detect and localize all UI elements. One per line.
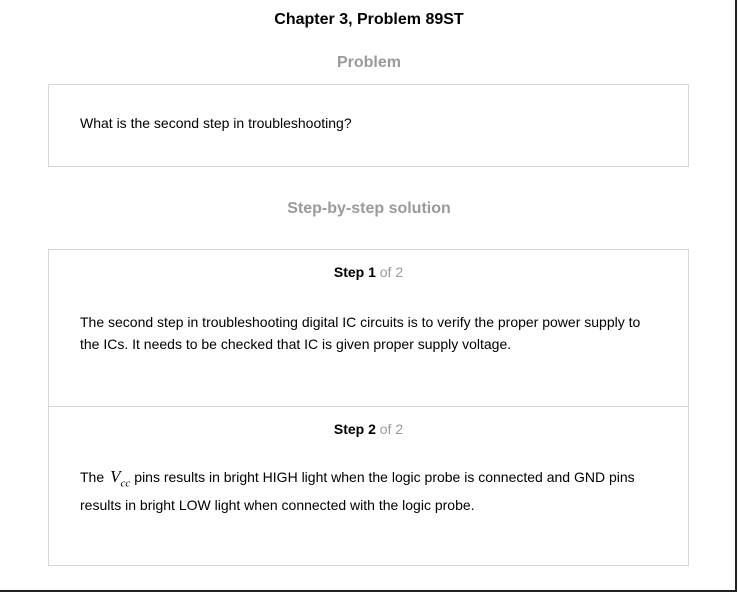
step-2-count: of 2 [379, 421, 404, 437]
problem-text: What is the second step in troubleshooti… [80, 115, 352, 131]
solution-heading: Step-by-step solution [287, 200, 451, 217]
problem-box: What is the second step in troubleshooti… [48, 84, 689, 167]
vcc-symbol-main: V [110, 467, 121, 486]
vcc-symbol: Vcc [110, 467, 131, 490]
step-2-text-after: pins results in bright HIGH light when t… [80, 469, 635, 514]
step-2-header: Step 2 of 2 [49, 421, 688, 437]
step-2: Step 2 of 2 The Vcc pins results in bright… [49, 407, 688, 565]
step-1: Step 1 of 2 The second step in troublesh… [49, 250, 688, 407]
step-2-text: The Vcc pins results in bright HIGH light … [80, 466, 660, 516]
page-title: Chapter 3, Problem 89ST [274, 11, 464, 28]
vcc-symbol-subscript: cc [120, 477, 131, 490]
step-2-text-before: The [80, 469, 105, 485]
step-1-label: Step 1 [333, 264, 376, 280]
step-1-header: Step 1 of 2 [49, 264, 688, 280]
step-1-count: of 2 [379, 264, 404, 280]
step-1-text: The second step in troubleshooting digit… [80, 314, 641, 352]
step-2-label: Step 2 [333, 421, 376, 437]
solution-steps: Step 1 of 2 The second step in troublesh… [48, 249, 689, 566]
problem-heading: Problem [336, 54, 401, 71]
